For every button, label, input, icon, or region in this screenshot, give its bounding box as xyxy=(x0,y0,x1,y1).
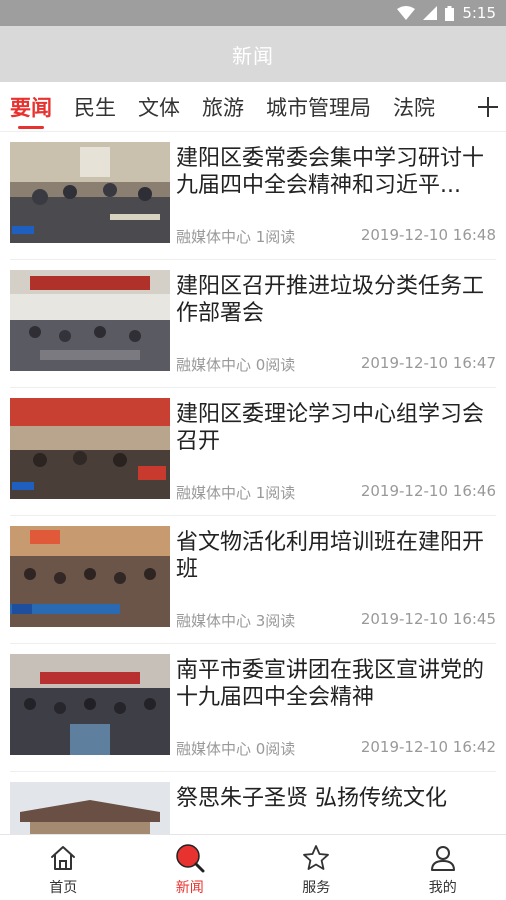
news-icon xyxy=(175,843,205,873)
nav-service-label: 服务 xyxy=(302,880,331,896)
status-time: 5:15 xyxy=(462,4,496,22)
nav-home-label: 首页 xyxy=(49,880,78,896)
bottom-nav: 首页 新闻 服务 我的 xyxy=(0,834,506,900)
tab-minsheng[interactable]: 民生 xyxy=(74,82,116,131)
battery-icon xyxy=(445,5,455,21)
news-thumbnail xyxy=(10,142,170,243)
news-source: 融媒体中心 1阅读 xyxy=(176,228,296,246)
news-item[interactable]: 祭思朱子圣贤 弘扬传统文化 xyxy=(10,772,496,834)
news-time: 2019-12-10 16:48 xyxy=(360,226,496,244)
news-meta: 融媒体中心 3阅读 2019-12-10 16:45 xyxy=(176,610,496,631)
category-tab-bar: 要闻 民生 文体 旅游 城市管理局 法院 xyxy=(0,82,506,132)
nav-news[interactable]: 新闻 xyxy=(127,835,254,900)
user-icon xyxy=(428,843,458,873)
home-icon xyxy=(48,843,78,873)
news-item[interactable]: 建阳区召开推进垃圾分类任务工作部署会 融媒体中心 0阅读 2019-12-10 … xyxy=(10,260,496,388)
nav-news-label: 新闻 xyxy=(175,880,204,896)
add-category-button[interactable] xyxy=(470,82,506,131)
tab-wenti[interactable]: 文体 xyxy=(138,82,180,131)
news-title: 省文物活化利用培训班在建阳开班 xyxy=(176,530,485,582)
news-title: 建阳区委理论学习中心组学习会召开 xyxy=(176,402,485,454)
nav-mine-label: 我的 xyxy=(428,880,457,896)
news-title: 建阳区委常委会集中学习研讨十九届四中全会精神和习近平... xyxy=(176,146,485,198)
news-item[interactable]: 建阳区委理论学习中心组学习会召开 融媒体中心 1阅读 2019-12-10 16… xyxy=(10,388,496,516)
news-title: 建阳区召开推进垃圾分类任务工作部署会 xyxy=(176,274,485,326)
news-time: 2019-12-10 16:46 xyxy=(360,482,496,500)
news-thumbnail xyxy=(10,270,170,371)
signal-icon xyxy=(423,6,438,20)
news-time: 2019-12-10 16:47 xyxy=(360,354,496,372)
news-meta: 融媒体中心 1阅读 2019-12-10 16:48 xyxy=(176,226,496,247)
tab-court[interactable]: 法院 xyxy=(393,82,435,131)
news-list[interactable]: 建阳区委常委会集中学习研讨十九届四中全会精神和习近平... 融媒体中心 1阅读 … xyxy=(0,132,506,834)
wifi-icon xyxy=(397,6,416,20)
news-source: 融媒体中心 3阅读 xyxy=(176,612,296,630)
news-item[interactable]: 建阳区委常委会集中学习研讨十九届四中全会精神和习近平... 融媒体中心 1阅读 … xyxy=(10,132,496,260)
news-item[interactable]: 南平市委宣讲团在我区宣讲党的十九届四中全会精神 融媒体中心 0阅读 2019-1… xyxy=(10,644,496,772)
news-meta: 融媒体中心 0阅读 2019-12-10 16:47 xyxy=(176,354,496,375)
news-thumbnail xyxy=(10,398,170,499)
tab-lvyou[interactable]: 旅游 xyxy=(202,82,244,131)
tab-city-management[interactable]: 城市管理局 xyxy=(266,82,371,131)
news-meta: 融媒体中心 1阅读 2019-12-10 16:46 xyxy=(176,482,496,503)
news-item[interactable]: 省文物活化利用培训班在建阳开班 融媒体中心 3阅读 2019-12-10 16:… xyxy=(10,516,496,644)
news-title: 南平市委宣讲团在我区宣讲党的十九届四中全会精神 xyxy=(176,658,485,710)
news-source: 融媒体中心 0阅读 xyxy=(176,356,296,374)
category-tabs: 要闻 民生 文体 旅游 城市管理局 法院 xyxy=(0,82,470,131)
nav-mine[interactable]: 我的 xyxy=(380,835,506,900)
news-title: 祭思朱子圣贤 弘扬传统文化 xyxy=(176,786,447,811)
news-thumbnail xyxy=(10,782,170,834)
plus-icon xyxy=(478,96,498,117)
news-thumbnail xyxy=(10,654,170,755)
page-title: 新闻 xyxy=(232,43,274,68)
news-source: 融媒体中心 0阅读 xyxy=(176,740,296,758)
nav-service[interactable]: 服务 xyxy=(253,835,380,900)
news-time: 2019-12-10 16:45 xyxy=(360,610,496,628)
nav-home[interactable]: 首页 xyxy=(0,835,127,900)
news-source: 融媒体中心 1阅读 xyxy=(176,484,296,502)
star-icon xyxy=(301,843,331,873)
news-thumbnail xyxy=(10,526,170,627)
news-meta: 融媒体中心 0阅读 2019-12-10 16:42 xyxy=(176,738,496,759)
app-header: 新闻 xyxy=(0,26,506,82)
status-bar: 5:15 xyxy=(0,0,506,26)
news-time: 2019-12-10 16:42 xyxy=(360,738,496,756)
tab-yaowen[interactable]: 要闻 xyxy=(10,82,52,131)
